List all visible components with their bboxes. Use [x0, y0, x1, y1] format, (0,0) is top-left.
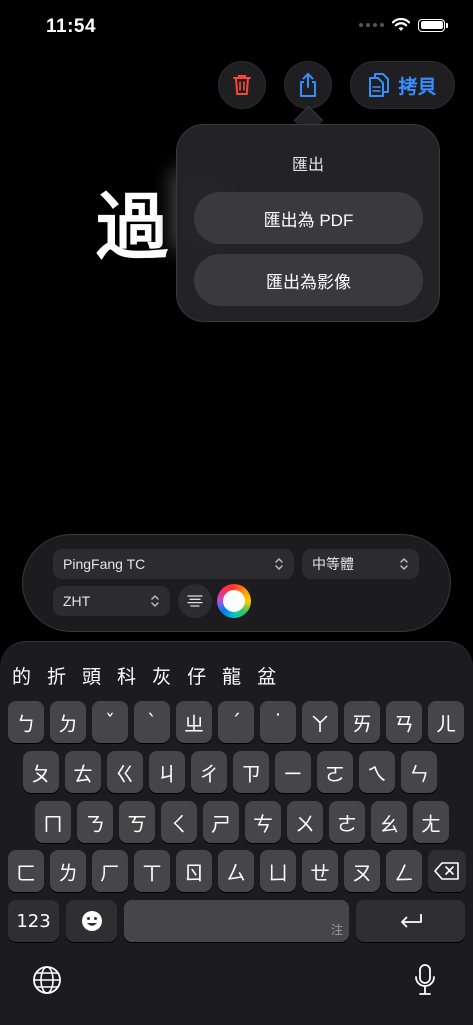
share-button[interactable] — [284, 61, 332, 109]
chevron-updown-icon — [151, 595, 159, 607]
export-menu-title: 匯出 — [291, 157, 324, 174]
key[interactable]: ㄒ — [134, 850, 170, 892]
key[interactable]: ㄋ — [77, 801, 113, 843]
wifi-icon — [392, 18, 410, 31]
key[interactable]: ㄛ — [317, 751, 353, 793]
key[interactable]: ㄓ — [176, 701, 212, 743]
numbers-key[interactable]: 123 — [8, 900, 59, 942]
emoji-key[interactable] — [66, 900, 117, 942]
candidate-item[interactable]: 龍 — [222, 662, 241, 689]
font-family-value: PingFang TC — [63, 556, 146, 572]
key[interactable]: ㄤ — [413, 801, 449, 843]
delete-button[interactable] — [218, 61, 266, 109]
language-select[interactable]: ZHT — [53, 586, 170, 616]
color-wheel-icon[interactable] — [217, 584, 251, 618]
key[interactable]: ㄙ — [218, 850, 254, 892]
canvas-text: 過 — [96, 185, 169, 269]
font-family-select[interactable]: PingFang TC — [53, 549, 294, 579]
battery-icon — [418, 18, 448, 32]
text-align-button[interactable] — [178, 584, 212, 618]
key[interactable]: ㄘ — [245, 801, 281, 843]
key[interactable]: ㄈ — [8, 850, 44, 892]
font-weight-select[interactable]: 中等體 — [302, 549, 419, 579]
key[interactable]: ㄞ — [344, 701, 380, 743]
key[interactable]: ㄐ — [149, 751, 185, 793]
copy-button[interactable]: 拷貝 — [350, 61, 455, 109]
space-key[interactable]: 注 — [124, 900, 349, 942]
space-key-hint: 注 — [330, 923, 343, 937]
font-panel: PingFang TC 中等體 ZHT — [22, 534, 451, 632]
export-pdf-button[interactable]: 匯出為 PDF — [194, 192, 423, 244]
copy-button-label: 拷貝 — [398, 76, 437, 98]
align-center-icon — [187, 595, 203, 607]
copy-icon — [369, 73, 390, 97]
key[interactable]: ㄉ — [50, 701, 86, 743]
cellular-dots-icon — [359, 23, 384, 27]
key[interactable]: ㄑ — [161, 801, 197, 843]
candidate-bar: 的 折 頭 科 灰 仔 龍 盆 — [12, 662, 276, 689]
language-value: ZHT — [63, 593, 91, 609]
candidate-item[interactable]: 折 — [47, 662, 66, 689]
key[interactable]: ㄅ — [8, 701, 44, 743]
key[interactable]: ㄗ — [233, 751, 269, 793]
key[interactable]: ㄊ — [65, 751, 101, 793]
delete-icon — [434, 862, 459, 880]
key[interactable]: ㄝ — [302, 850, 338, 892]
chevron-updown-icon — [275, 558, 283, 570]
key[interactable]: ㄌ — [50, 850, 86, 892]
candidate-item[interactable]: 的 — [12, 662, 31, 689]
key[interactable]: ㄨ — [287, 801, 323, 843]
export-menu: 匯出 匯出為 PDF 匯出為影像 — [176, 124, 440, 322]
key[interactable]: ㄦ — [428, 701, 464, 743]
key[interactable]: ㄠ — [371, 801, 407, 843]
key[interactable]: ㄜ — [329, 801, 365, 843]
key[interactable]: ㄔ — [191, 751, 227, 793]
status-time: 11:54 — [46, 16, 97, 37]
key[interactable]: ㄟ — [359, 751, 395, 793]
key[interactable]: ㄆ — [23, 751, 59, 793]
mic-icon[interactable] — [414, 963, 436, 997]
key[interactable]: ㄖ — [176, 850, 212, 892]
key[interactable]: ㄎ — [119, 801, 155, 843]
key[interactable]: ㄡ — [344, 850, 380, 892]
candidate-item[interactable]: 科 — [117, 662, 136, 689]
key[interactable]: ㄇ — [35, 801, 71, 843]
key[interactable]: ㄍ — [107, 751, 143, 793]
key[interactable]: ㄚ — [302, 701, 338, 743]
key[interactable]: ㄣ — [401, 751, 437, 793]
status-icons — [359, 18, 448, 32]
key[interactable]: ㄥ — [386, 850, 422, 892]
return-icon — [400, 914, 422, 928]
candidate-item[interactable]: 灰 — [152, 662, 171, 689]
candidate-item[interactable]: 仔 — [187, 662, 206, 689]
export-image-button[interactable]: 匯出為影像 — [194, 254, 423, 306]
emoji-icon — [81, 911, 102, 931]
return-key[interactable] — [356, 900, 465, 942]
key[interactable]: ㄏ — [92, 850, 128, 892]
keyboard: 的 折 頭 科 灰 仔 龍 盆 ㄅ ㄉ ˇ ˋ ㄓ ˊ ˙ ㄚ ㄞ ㄢ ㄦ ㄆ … — [0, 641, 473, 1025]
key[interactable]: ˊ — [218, 701, 254, 743]
trash-icon — [233, 75, 251, 95]
key[interactable]: ㄧ — [275, 751, 311, 793]
chevron-updown-icon — [400, 558, 408, 570]
key[interactable]: ˇ — [92, 701, 128, 743]
key[interactable]: ㄢ — [386, 701, 422, 743]
key[interactable]: ㄩ — [260, 850, 296, 892]
status-bar: 11:54 — [0, 0, 473, 54]
candidate-item[interactable]: 盆 — [257, 662, 276, 689]
font-weight-value: 中等體 — [312, 556, 354, 572]
candidate-item[interactable]: 頭 — [82, 662, 101, 689]
key[interactable]: ㄕ — [203, 801, 239, 843]
key[interactable]: ˙ — [260, 701, 296, 743]
key[interactable]: ˋ — [134, 701, 170, 743]
globe-icon[interactable] — [32, 965, 62, 995]
share-icon — [300, 73, 316, 97]
delete-key[interactable] — [428, 850, 466, 892]
